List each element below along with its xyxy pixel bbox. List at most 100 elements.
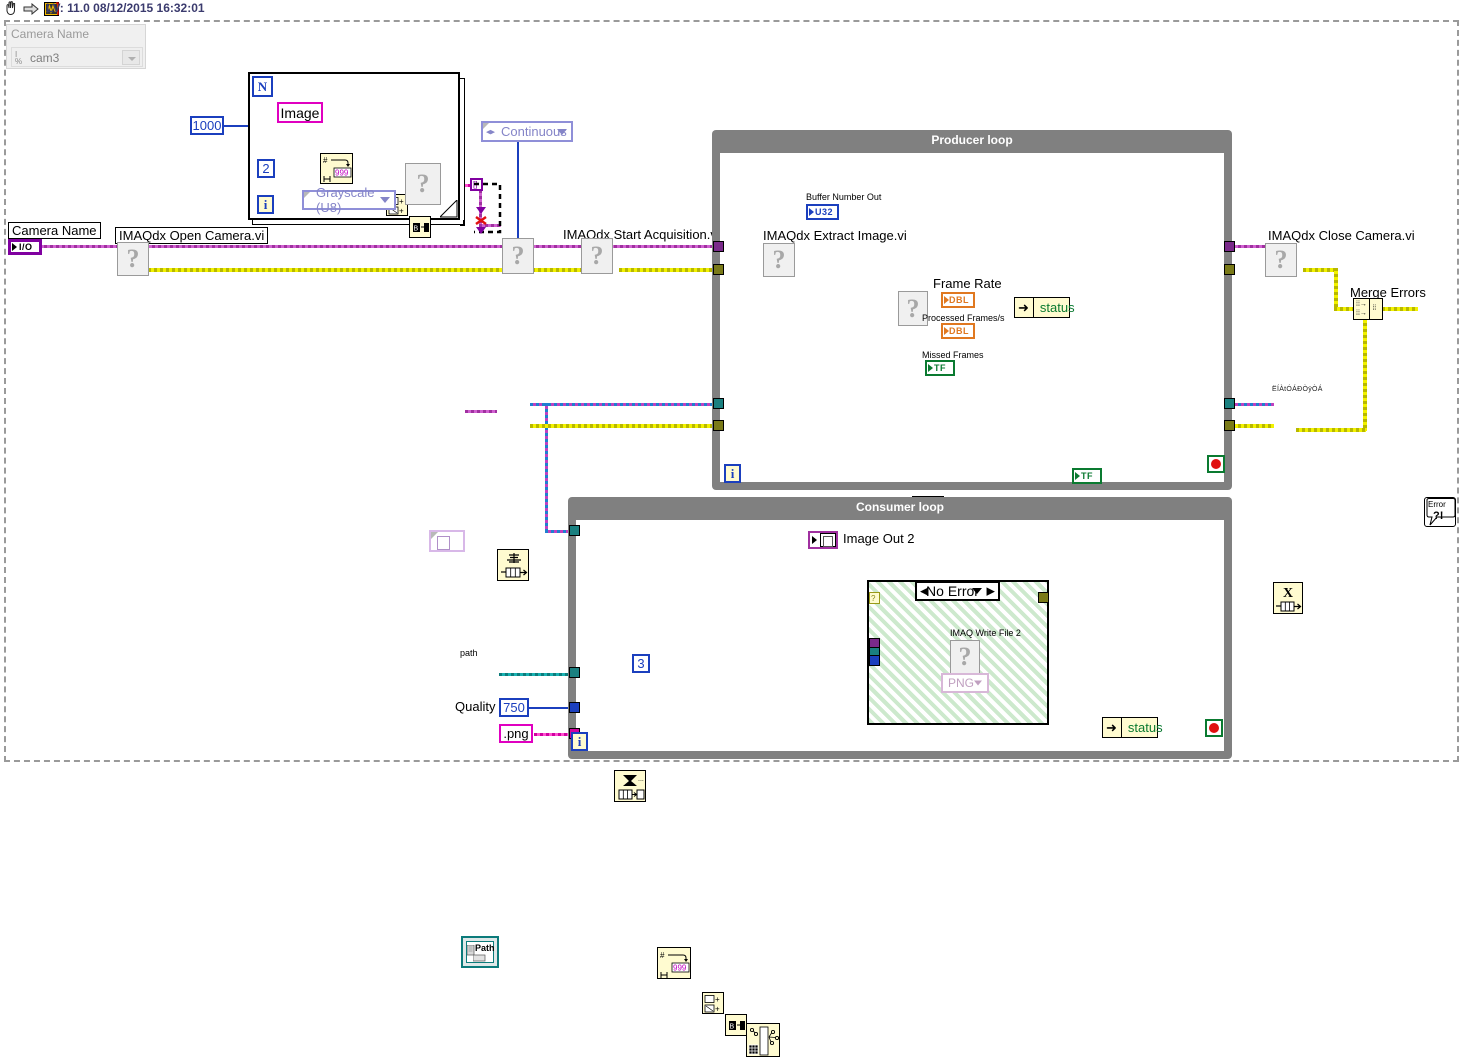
number-to-string-node[interactable]: # 999 xyxy=(320,153,353,184)
for-loop-count-terminal[interactable]: N xyxy=(252,76,273,97)
camera-name-terminal[interactable]: I/O xyxy=(8,239,42,255)
frame-rate-label: Frame Rate xyxy=(933,276,1002,291)
wire-continuous-down xyxy=(517,142,519,247)
imaqdx-start-acquisition-vi[interactable]: ? xyxy=(581,238,613,274)
case-next-arrow-icon[interactable]: ▶ xyxy=(987,585,995,598)
frame-rate-indicator[interactable]: DBL xyxy=(941,292,975,308)
imaq-create-vi-visual[interactable]: ? xyxy=(405,163,441,205)
wire-queue-const xyxy=(465,410,497,413)
continuous-enum-constant[interactable]: ◂▸ Continuous xyxy=(481,121,573,142)
path-control-value: Path xyxy=(475,943,495,953)
imaqdx-configure-acquisition-vi[interactable]: ? xyxy=(502,238,534,274)
producer-bool-constant[interactable]: TF xyxy=(1072,468,1102,484)
simple-error-handler-node[interactable]: Error ?! xyxy=(1424,497,1456,527)
svg-text:X: X xyxy=(1283,586,1293,601)
camera-name-combo[interactable]: I% cam3 xyxy=(11,47,143,67)
digits-constant[interactable]: 3 xyxy=(632,654,650,673)
image-out-2-indicator[interactable] xyxy=(808,531,838,549)
index-array-coercion-icon xyxy=(474,205,488,240)
arrow-right-icon: ➜ xyxy=(1106,720,1117,735)
image-constant[interactable]: Image xyxy=(277,102,323,123)
producer-loop-frame: Producer loop xyxy=(712,130,1232,490)
imaqdx-open-camera-vi[interactable]: ? xyxy=(117,242,149,276)
obtain-queue-node[interactable] xyxy=(497,549,529,581)
for-loop-shadow2 xyxy=(252,220,464,225)
producer-tunnel-image-left xyxy=(713,241,724,252)
merge-out-row: ⁞⁞ xyxy=(1372,305,1377,312)
write-file-vi-label: IMAQ Write File 2 xyxy=(950,628,1021,638)
chevron-down-icon[interactable] xyxy=(972,588,982,594)
svg-text:+: + xyxy=(399,207,404,216)
consumer-loop-title: Consumer loop xyxy=(855,500,944,514)
error-wire-down-right xyxy=(1334,268,1338,310)
producer-iteration-terminal[interactable]: i xyxy=(724,464,741,483)
producer-tunnel-error-left xyxy=(713,264,724,275)
imaq-write-file-2-vi[interactable]: ? xyxy=(950,640,980,674)
svg-text:#: # xyxy=(660,951,665,960)
quality-constant[interactable]: 750 xyxy=(499,698,529,717)
error-wire-consumer-join xyxy=(1296,428,1366,432)
title-bar: LV: 11.0 08/12/2015 16:32:01 xyxy=(0,0,1463,18)
chevron-down-icon[interactable] xyxy=(557,128,567,135)
camera-name-panel-label: Camera Name xyxy=(11,27,90,41)
wire-1000-to-n xyxy=(222,125,250,127)
svg-text:999: 999 xyxy=(673,964,687,973)
svg-text:...: ... xyxy=(638,776,644,783)
merge-row-1: ⁞⁞→ xyxy=(1356,301,1367,308)
merge-output-column: ⁞⁞ xyxy=(1370,299,1382,319)
producer-tunnel-error-q-left xyxy=(713,420,724,431)
string-conversion-node[interactable]: B xyxy=(409,216,431,238)
for-loop-shadow xyxy=(460,78,465,226)
image-out-2-label: Image Out 2 xyxy=(843,531,915,546)
missed-frames-label: Missed Frames xyxy=(922,350,984,360)
release-queue-node[interactable]: X xyxy=(1273,582,1303,614)
consumer-iteration-terminal[interactable]: i xyxy=(571,732,588,751)
wire-queue-to-release xyxy=(1232,403,1274,406)
consumer-tunnel-quality-left xyxy=(569,702,580,713)
consumer-status-node[interactable]: ➜ status xyxy=(1102,717,1163,738)
path-control[interactable]: Path xyxy=(461,936,499,968)
constant-1000[interactable]: 1000 xyxy=(190,116,224,135)
constant-2[interactable]: 2 xyxy=(257,159,275,178)
write-file-format-selector[interactable]: PNG xyxy=(941,673,989,693)
missed-frames-indicator[interactable]: TF xyxy=(925,360,955,376)
producer-status-node[interactable]: ➜ status xyxy=(1014,297,1075,318)
error-wire-seg4 xyxy=(1303,268,1338,272)
png-extension-constant[interactable]: .png xyxy=(499,724,533,743)
continuous-enum-label: Continuous xyxy=(501,124,567,139)
wire-queue-down xyxy=(545,403,548,533)
imaqdx-close-camera-vi[interactable]: ? xyxy=(1265,243,1297,277)
imaqdx-extract-image-vi[interactable]: ? xyxy=(763,243,795,277)
case-prev-arrow-icon[interactable]: ◀ xyxy=(920,585,928,598)
buffer-number-out-indicator[interactable]: U32 xyxy=(806,204,839,220)
merge-errors-node[interactable]: ⁞⁞→ ⁞⁞→ ⁞⁞ xyxy=(1353,298,1383,320)
close-camera-vi-label: IMAQdx Close Camera.vi xyxy=(1268,228,1415,243)
build-path-node[interactable] xyxy=(746,1023,780,1057)
svg-text:+: + xyxy=(715,1005,720,1014)
processed-frames-label: Processed Frames/s xyxy=(922,313,1005,323)
chevron-down-icon[interactable] xyxy=(122,50,140,65)
for-loop-corner xyxy=(438,198,458,218)
consumer-string-conversion-node[interactable]: B xyxy=(725,1014,747,1036)
producer-tunnel-error-right xyxy=(1224,264,1235,275)
svg-text:B: B xyxy=(730,1024,735,1031)
title-text: LV: 11.0 08/12/2015 16:32:01 xyxy=(46,1,205,15)
merge-inputs-column: ⁞⁞→ ⁞⁞→ xyxy=(1354,299,1371,319)
consumer-stop-terminal[interactable] xyxy=(1205,719,1223,737)
grayscale-enum-constant[interactable]: Grayscale (U8) xyxy=(302,185,396,215)
producer-stop-terminal[interactable] xyxy=(1207,455,1225,473)
queue-datatype-constant[interactable] xyxy=(429,530,465,552)
processed-frames-indicator[interactable]: DBL xyxy=(941,323,975,339)
case-selector-label[interactable]: ◀ No Error ▶ xyxy=(915,581,1000,601)
dequeue-element-node[interactable]: ... xyxy=(614,770,646,802)
chevron-down-icon[interactable] xyxy=(380,197,390,203)
for-loop-iteration-terminal[interactable]: i xyxy=(257,195,274,214)
chevron-down-icon[interactable] xyxy=(974,680,982,686)
svg-text:B: B xyxy=(414,226,419,233)
consumer-number-to-string-node[interactable]: # 999 xyxy=(657,947,691,979)
error-wire-producer-right xyxy=(1363,311,1367,431)
producer-tunnel-image-right xyxy=(1224,241,1235,252)
consumer-concatenate-node[interactable]: + + xyxy=(702,992,724,1014)
left-arrow-icon: ◂▸ xyxy=(486,126,496,136)
producer-loop-title: Producer loop xyxy=(931,133,1013,147)
